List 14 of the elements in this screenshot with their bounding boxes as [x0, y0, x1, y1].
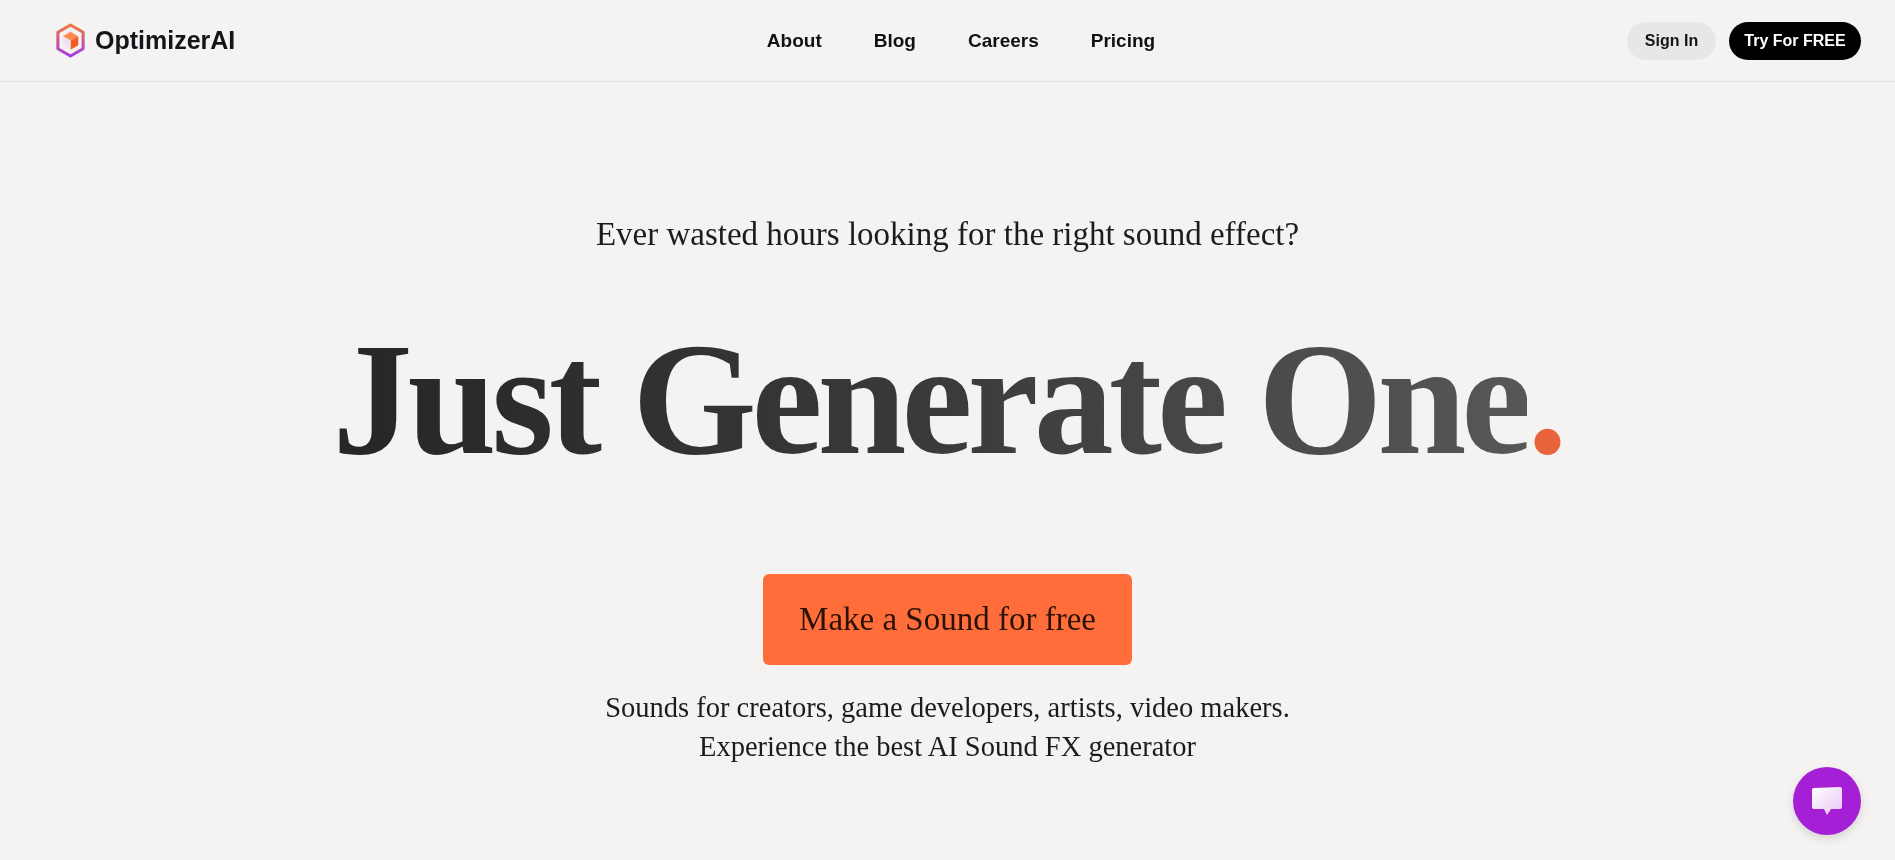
speech-bubble-icon [1810, 786, 1844, 816]
sign-in-button[interactable]: Sign In [1627, 21, 1716, 60]
brand-name[interactable]: OptimizerAI [95, 26, 236, 55]
try-free-button[interactable]: Try For FREE [1729, 21, 1861, 60]
hero-question: Ever wasted hours looking for the right sound effect? [595, 215, 1300, 254]
tagline-text: Sounds for creators, game developers, artists, video makers. [605, 691, 1290, 725]
nav-link[interactable]: About [766, 29, 822, 52]
chat-button[interactable] [1793, 767, 1861, 835]
nav-link[interactable]: Careers [967, 29, 1039, 52]
nav-link[interactable]: Blog [873, 29, 916, 52]
logo-icon [55, 23, 86, 58]
tagline-text: Experience the best AI Sound FX generator [698, 730, 1196, 764]
nav-link[interactable]: Pricing [1090, 29, 1156, 52]
make-sound-button[interactable]: Make a Sound for free [763, 574, 1132, 665]
